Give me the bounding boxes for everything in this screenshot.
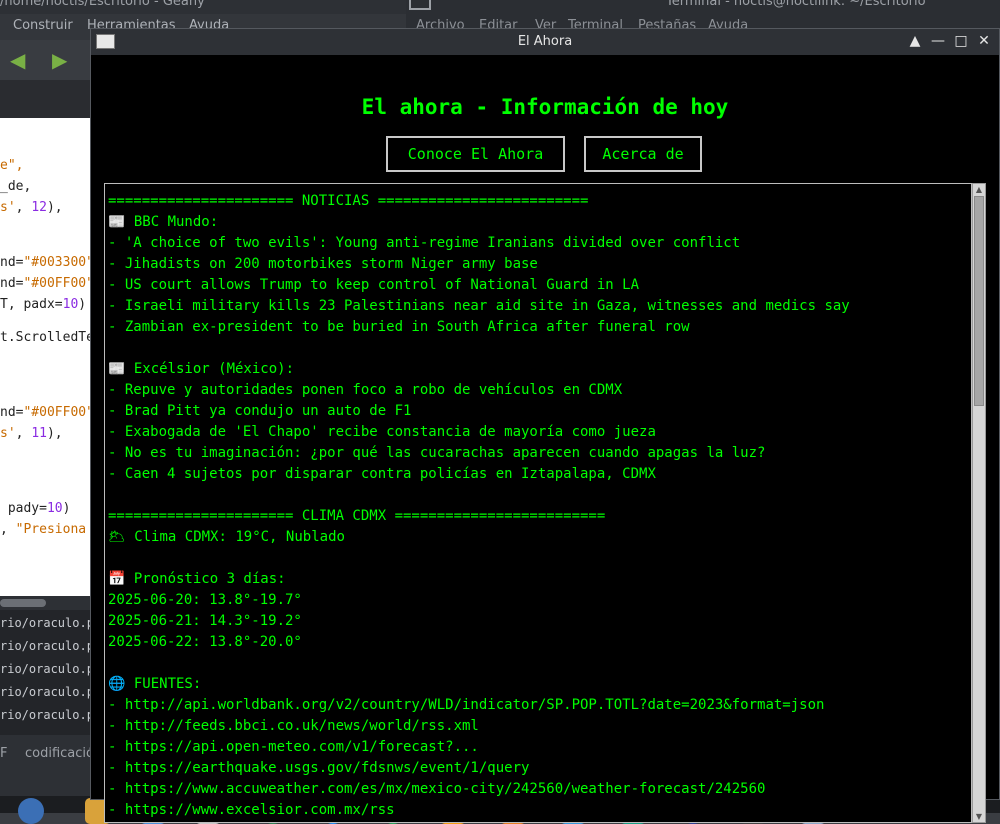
code-line: nd="#00FF00" [0, 405, 94, 420]
back-arrow-icon[interactable]: ◀ [10, 48, 25, 72]
status-item: F [0, 746, 8, 761]
code-token: e", [0, 158, 24, 173]
code-token: , [15, 200, 32, 215]
info-line: - Zambian ex-president to be buried in S… [108, 319, 690, 335]
code-token: pady= [0, 501, 47, 516]
info-line: 2025-06-22: 13.8°-20.0° [108, 634, 302, 650]
code-token: "Presiona [15, 522, 87, 537]
info-line: - US court allows Trump to keep control … [108, 277, 640, 293]
info-line: - No es tu imaginación: ¿por qué las cuc… [108, 445, 766, 461]
scroll-up-arrow-icon[interactable]: ▲ [973, 184, 985, 195]
info-line: - http://api.worldbank.org/v2/country/WL… [108, 697, 825, 713]
code-token: nd= [0, 405, 24, 420]
info-line: 🌐 FUENTES: [108, 676, 202, 692]
terminal-title: Terminal - noctis@noctilink: ~/Escritori… [666, 0, 926, 9]
info-line [108, 653, 850, 674]
page-title: El ahora - Información de hoy [361, 95, 729, 119]
info-line: - https://api.open-meteo.com/v1/forecast… [108, 739, 479, 755]
conoce-el-ahora-button[interactable]: Conoce El Ahora [386, 136, 565, 172]
code-token: nd= [0, 276, 24, 291]
info-lines: ====================== NOTICIAS ========… [108, 191, 850, 821]
info-line: - Repuve y autoridades ponen foco a robo… [108, 382, 623, 398]
code-token: _de, [0, 179, 32, 194]
info-line: 🌥 Clima CDMX: 19°C, Nublado [108, 529, 345, 545]
code-token: "#00FF00" [23, 276, 94, 291]
code-line: nd="#003300" [0, 255, 94, 270]
info-line: - Exabogada de 'El Chapo' recibe constan… [108, 424, 656, 440]
code-line: T, padx=10) [0, 297, 86, 312]
code-token: 12 [31, 200, 47, 215]
code-token: s' [0, 200, 16, 215]
scrollbar-thumb[interactable] [974, 196, 984, 406]
info-line: - Caen 4 sujetos por disparar contra pol… [108, 466, 656, 482]
code-token: T, padx= [0, 297, 63, 312]
geany-title: /home/noctis/Escritorio - Geany [0, 0, 205, 9]
code-token: ) [78, 297, 87, 312]
code-line: s', 11), [0, 426, 63, 441]
info-line [108, 338, 850, 359]
info-line: ====================== CLIMA CDMX ======… [108, 508, 606, 524]
code-line: t.ScrolledTe [0, 330, 94, 345]
message-line: rio/oraculo.p [0, 685, 94, 699]
info-line [108, 485, 850, 506]
window-content: El ahora - Información de hoy Conoce El … [91, 55, 999, 823]
info-line: ====================== NOTICIAS ========… [108, 193, 589, 209]
geany-menu-construir[interactable]: Construir [13, 18, 73, 33]
window-titlebar[interactable]: El Ahora ▲ — □ ✕ [91, 29, 999, 55]
acerca-de-button[interactable]: Acerca de [584, 136, 702, 172]
code-token: , [15, 426, 32, 441]
info-line: 📰 Excélsior (México): [108, 361, 295, 377]
info-line: 📅 Pronóstico 3 días: [108, 571, 286, 587]
code-token: s' [0, 426, 16, 441]
code-token: "#003300" [23, 255, 94, 270]
code-line: e", [0, 158, 23, 173]
minimize-icon[interactable]: — [929, 32, 947, 50]
info-line: - http://feeds.bbci.co.uk/news/world/rss… [108, 718, 479, 734]
shade-icon[interactable]: ▲ [906, 32, 924, 50]
info-line [108, 548, 850, 569]
code-line: nd="#00FF00" [0, 276, 94, 291]
vertical-scrollbar[interactable]: ▲ ▼ [972, 183, 986, 823]
message-line: rio/oraculo.p [0, 662, 94, 676]
message-line: rio/oraculo.p [0, 708, 94, 722]
close-icon[interactable]: ✕ [975, 32, 993, 50]
code-token: ) [62, 501, 71, 516]
info-line: 📰 BBC Mundo: [108, 214, 219, 230]
code-token: ), [46, 426, 63, 441]
info-line: - Jihadists on 200 motorbikes storm Nige… [108, 256, 538, 272]
code-token: ), [46, 200, 63, 215]
forward-arrow-icon[interactable]: ▶ [52, 48, 67, 72]
info-line: - Brad Pitt ya condujo un auto de F1 [108, 403, 412, 419]
code-token: t.ScrolledTe [0, 330, 94, 345]
code-token: nd= [0, 255, 24, 270]
code-token: 10 [46, 501, 63, 516]
debian-menu-icon[interactable] [18, 798, 44, 824]
terminal-icon [409, 0, 431, 10]
code-line: _de, [0, 179, 31, 194]
info-line: - https://earthquake.usgs.gov/fdsnws/eve… [108, 760, 530, 776]
code-token: "#00FF00" [23, 405, 94, 420]
window-title: El Ahora [517, 34, 573, 49]
maximize-icon[interactable]: □ [952, 32, 970, 50]
info-line: - https://www.accuweather.com/es/mx/mexi… [108, 781, 766, 797]
scrollbar-thumb[interactable] [0, 599, 46, 607]
message-line: rio/oraculo.p [0, 639, 94, 653]
info-line: 2025-06-21: 14.3°-19.2° [108, 613, 302, 629]
code-line: , "Presiona [0, 522, 86, 537]
code-line: s', 12), [0, 200, 63, 215]
info-line: - https://www.excelsior.com.mx/rss [108, 802, 395, 818]
code-token: 11 [31, 426, 47, 441]
info-line: - 'A choice of two evils': Young anti-re… [108, 235, 741, 251]
code-token: 10 [62, 297, 79, 312]
info-scrolled-text[interactable]: ====================== NOTICIAS ========… [104, 183, 972, 823]
code-line: pady=10) [0, 501, 71, 516]
info-line: 2025-06-20: 13.8°-19.7° [108, 592, 302, 608]
code-token: , [0, 522, 16, 537]
info-line: - Israeli military kills 23 Palestinians… [108, 298, 850, 314]
status-encoding: codificació [25, 746, 94, 761]
el-ahora-window: El Ahora ▲ — □ ✕ El ahora - Información … [90, 28, 1000, 823]
message-line: rio/oraculo.p [0, 616, 94, 630]
